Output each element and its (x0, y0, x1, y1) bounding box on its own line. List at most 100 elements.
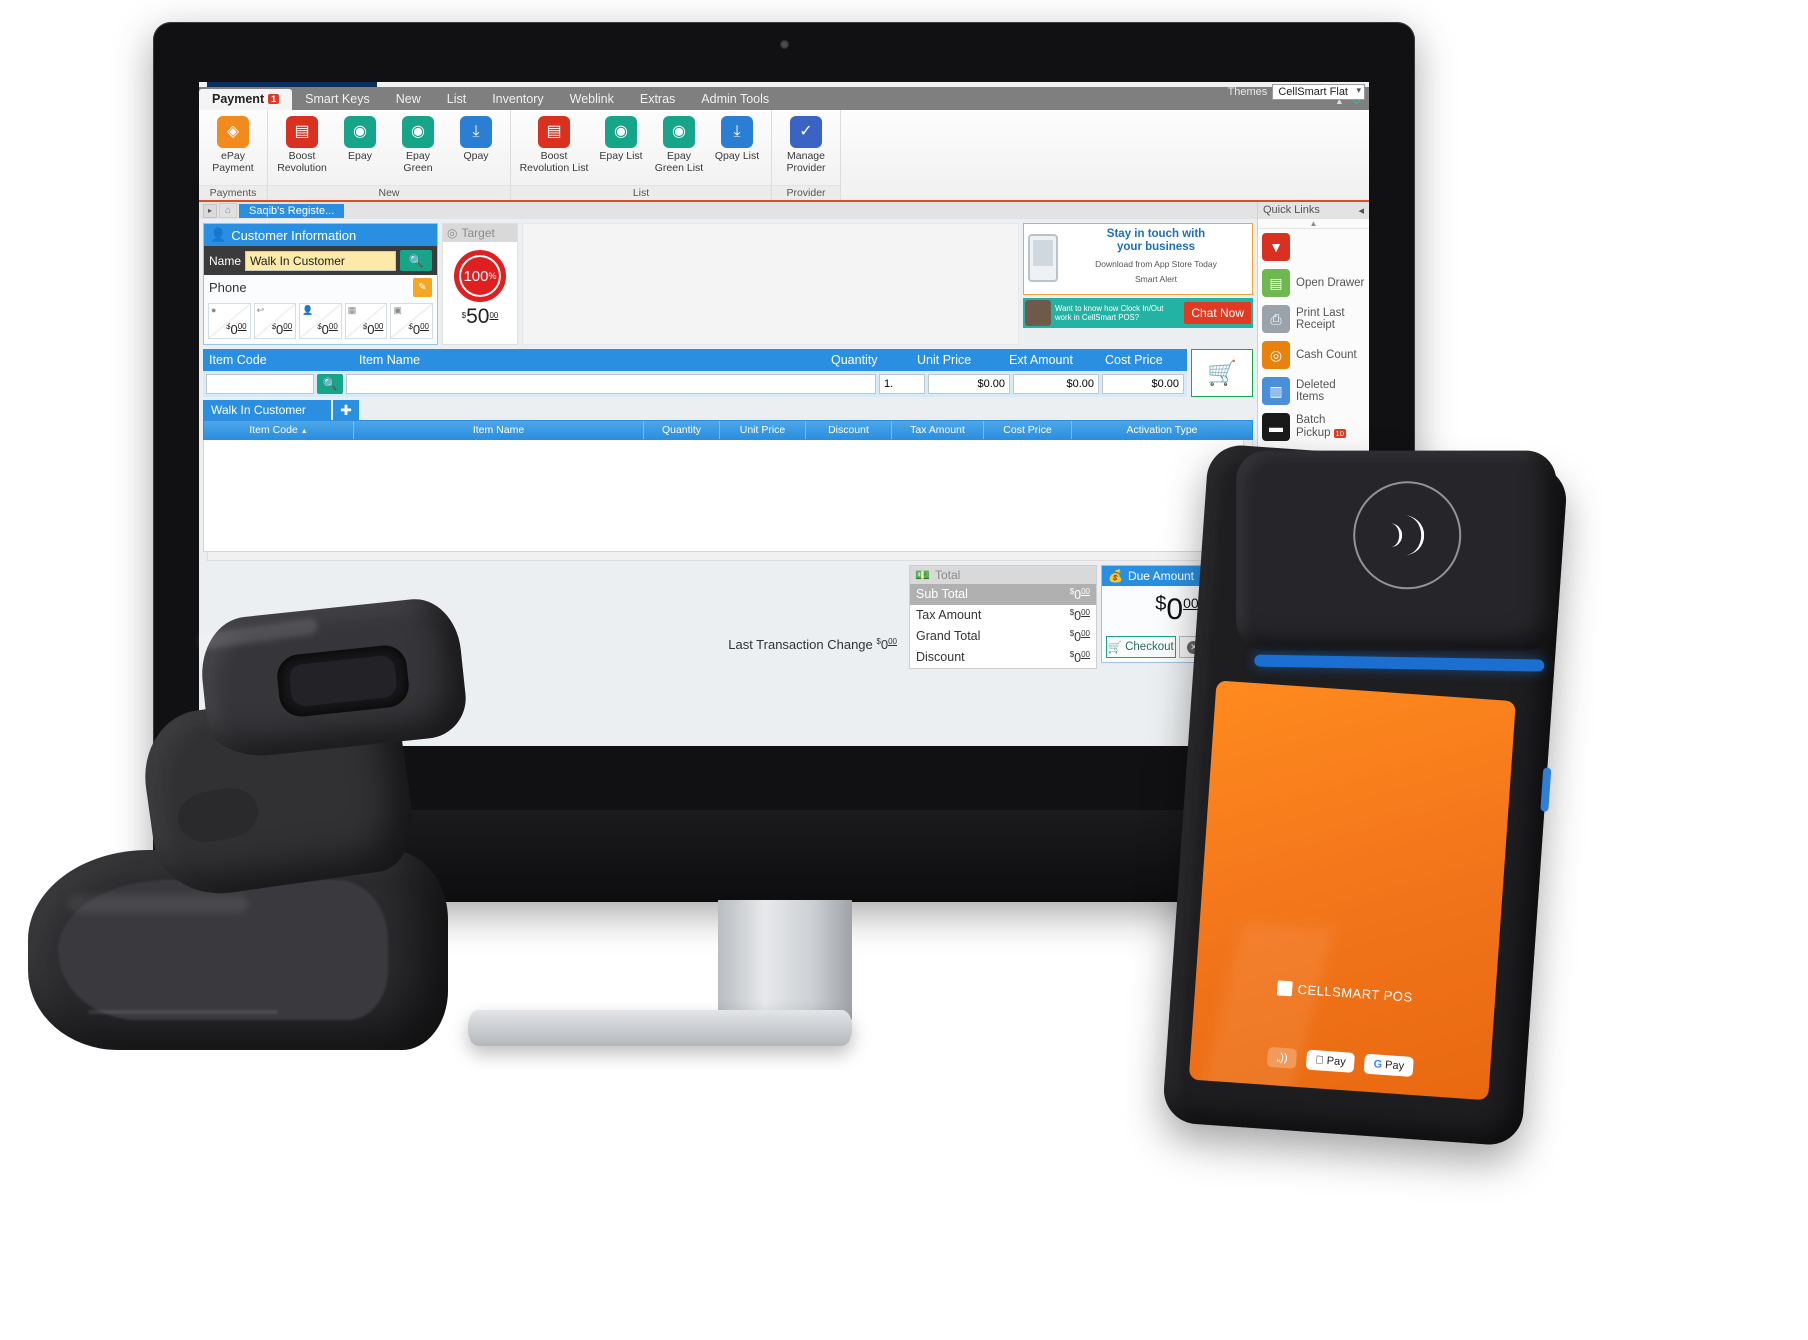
total-row-grand-total[interactable]: Grand Total $000 (910, 626, 1096, 647)
quick-link-item-batch-pickup[interactable]: ▬ Batch Pickup 10 (1258, 409, 1369, 445)
grid-header-item-name[interactable]: Item Name (354, 421, 644, 439)
ribbon-button-epay-list[interactable]: ◉ Epay List (593, 114, 649, 163)
stat-tile-value: $000 (226, 322, 247, 337)
customer-search-icon[interactable]: 🔍 (400, 250, 432, 271)
ribbon-button-boost-revolution[interactable]: ▤ Boost Revolution (274, 114, 330, 174)
quick-link-item-0[interactable]: ▼ (1258, 229, 1369, 265)
ribbon-tab-new[interactable]: New (383, 89, 434, 110)
manage-provider-icon: ✓ (790, 116, 822, 148)
ribbon-button-boost-revolution-list[interactable]: ▤ Boost Revolution List (517, 114, 591, 174)
grid-horizontal-scrollbar[interactable] (207, 552, 1249, 561)
monitor-stand-base (468, 1010, 852, 1046)
last-transaction-label: Last Transaction Change (728, 637, 873, 652)
contactless-pay-button[interactable]: „)) (1266, 1046, 1298, 1069)
cart-icon: 🛒 (1107, 642, 1123, 654)
stat-tile-return[interactable]: ↩ $000 (253, 303, 297, 339)
stat-tile-value: $000 (317, 322, 338, 337)
entry-header-unit-price: Unit Price (917, 353, 972, 367)
ribbon-button-epay-green[interactable]: ◉ Epay Green (390, 114, 446, 174)
customer-name-input[interactable] (245, 250, 396, 271)
terminal-screen[interactable]: CELLSMART POS „))  Pay G Pay (1188, 680, 1516, 1101)
chat-promo-banner: Want to know how Clock In/Out work in Ce… (1023, 298, 1253, 328)
ribbon-tab-strip: Payment 1 Smart Keys New List Inventory W… (199, 87, 1369, 110)
total-row-value: $000 (1069, 587, 1090, 602)
ribbon-button-qpay-list[interactable]: ⤓ Qpay List (709, 114, 765, 163)
stat-tile-coins[interactable]: ● $000 (208, 303, 251, 339)
customer-information-title: Customer Information (231, 227, 357, 243)
quick-link-item-print-last-receipt[interactable]: ⎙ Print Last Receipt (1258, 301, 1369, 337)
document-tab-register[interactable]: Saqib's Registe... (239, 203, 345, 218)
item-name-input[interactable] (346, 374, 876, 394)
contactless-icon: „)) (1276, 1051, 1288, 1065)
quantity-input[interactable] (879, 374, 925, 394)
total-row-tax-amount[interactable]: Tax Amount $000 (910, 605, 1096, 626)
unit-price-input[interactable] (928, 374, 1010, 394)
grid-header-quantity[interactable]: Quantity (644, 421, 720, 439)
cart-grid-body (203, 440, 1253, 552)
apple-pay-button[interactable]:  Pay (1305, 1049, 1356, 1073)
collapse-icon[interactable]: ◂ (1358, 204, 1364, 217)
checkout-label: Checkout (1125, 641, 1174, 653)
grid-header-discount[interactable]: Discount (806, 421, 892, 439)
edit-icon[interactable]: ✎ (413, 278, 432, 297)
grid-header-cost-price[interactable]: Cost Price (984, 421, 1072, 439)
checkout-button[interactable]: 🛒 Checkout (1106, 636, 1176, 658)
terminal-side-button[interactable] (1540, 767, 1552, 812)
home-icon[interactable]: ⌂ (219, 203, 237, 218)
ribbon-tab-admin-tools[interactable]: Admin Tools (688, 89, 782, 110)
ribbon-tab-list[interactable]: List (434, 89, 479, 110)
ribbon-tab-weblink[interactable]: Weblink (557, 89, 627, 110)
quick-link-item-open-drawer[interactable]: ▤ Open Drawer (1258, 265, 1369, 301)
ribbon-button-label: ePay Payment (212, 150, 254, 174)
ribbon-group-provider: ✓ Manage Provider Provider (772, 110, 841, 200)
printer-icon: ⎙ (1262, 305, 1290, 333)
deleted-items-icon: ▥ (1262, 377, 1290, 405)
stat-tile-calendar[interactable]: ▣ $000 (390, 303, 433, 339)
app-promo-line2: your business (1117, 241, 1195, 253)
qpay-icon: ⤓ (460, 116, 492, 148)
stat-tile-person[interactable]: 👤 $000 (299, 303, 342, 339)
product-composition: Payment 1 Smart Keys New List Inventory W… (0, 0, 1808, 1340)
app-promo-line1: Stay in touch with (1106, 228, 1206, 240)
contactless-icon (1353, 481, 1462, 590)
ext-amount-input[interactable] (1013, 374, 1099, 394)
total-row-discount[interactable]: Discount $000 (910, 647, 1096, 668)
ribbon-button-qpay[interactable]: ⤓ Qpay (448, 114, 504, 163)
top-panel-row: 👤 Customer Information Name 🔍 Phone (199, 219, 1257, 345)
grid-header-activation-type[interactable]: Activation Type (1072, 421, 1252, 439)
ribbon-button-epay-payment[interactable]: ◈ ePay Payment (205, 114, 261, 174)
google-pay-button[interactable]: G Pay (1363, 1053, 1414, 1077)
grid-header-tax-amount[interactable]: Tax Amount (892, 421, 984, 439)
theme-select[interactable]: CellSmart Flat (1272, 84, 1365, 100)
app-promo-banner[interactable]: Stay in touch with your business Downloa… (1023, 223, 1253, 295)
grid-header-item-code[interactable]: Item Code ▲ (204, 421, 354, 439)
tab-nav-arrow[interactable]: ▸ (203, 203, 217, 218)
chat-now-button[interactable]: Chat Now (1184, 302, 1251, 324)
quick-link-label: Cash Count (1296, 348, 1357, 361)
quick-link-item-cash-count[interactable]: ◎ Cash Count (1258, 337, 1369, 373)
ribbon-tab-extras[interactable]: Extras (627, 89, 688, 110)
ribbon-button-epay-green-list[interactable]: ◉ Epay Green List (651, 114, 707, 174)
ribbon-tab-smart-keys[interactable]: Smart Keys (292, 89, 383, 110)
total-row-value: $000 (1069, 650, 1090, 665)
ribbon-tab-payment[interactable]: Payment 1 (199, 89, 293, 110)
quick-link-label: Open Drawer (1296, 276, 1365, 289)
ribbon-tab-inventory[interactable]: Inventory (479, 89, 556, 110)
plus-icon[interactable]: ✚ (333, 400, 359, 420)
stat-tile-receipt[interactable]: ▦ $000 (344, 303, 388, 339)
quick-links-scroll-up[interactable]: ▲ (1258, 219, 1369, 229)
customer-phone-label: Phone (209, 280, 247, 295)
add-to-cart-icon[interactable]: 🛒 (1191, 349, 1253, 397)
total-row-sub-total[interactable]: Sub Total $000 (910, 584, 1096, 605)
item-entry-form: Item Code Item Name Quantity Unit Price … (203, 349, 1187, 397)
total-row-label: Tax Amount (916, 608, 982, 622)
quick-link-item-deleted-items[interactable]: ▥ Deleted Items (1258, 373, 1369, 409)
ribbon-button-epay[interactable]: ◉ Epay (332, 114, 388, 163)
cost-price-input[interactable] (1102, 374, 1184, 394)
grid-header-unit-price[interactable]: Unit Price (720, 421, 806, 439)
webcam-icon (780, 40, 789, 49)
item-code-input[interactable] (206, 374, 314, 394)
ribbon-button-manage-provider[interactable]: ✓ Manage Provider (778, 114, 834, 174)
briefcase-icon: ▬ (1262, 413, 1290, 441)
item-search-icon[interactable]: 🔍 (317, 374, 343, 394)
